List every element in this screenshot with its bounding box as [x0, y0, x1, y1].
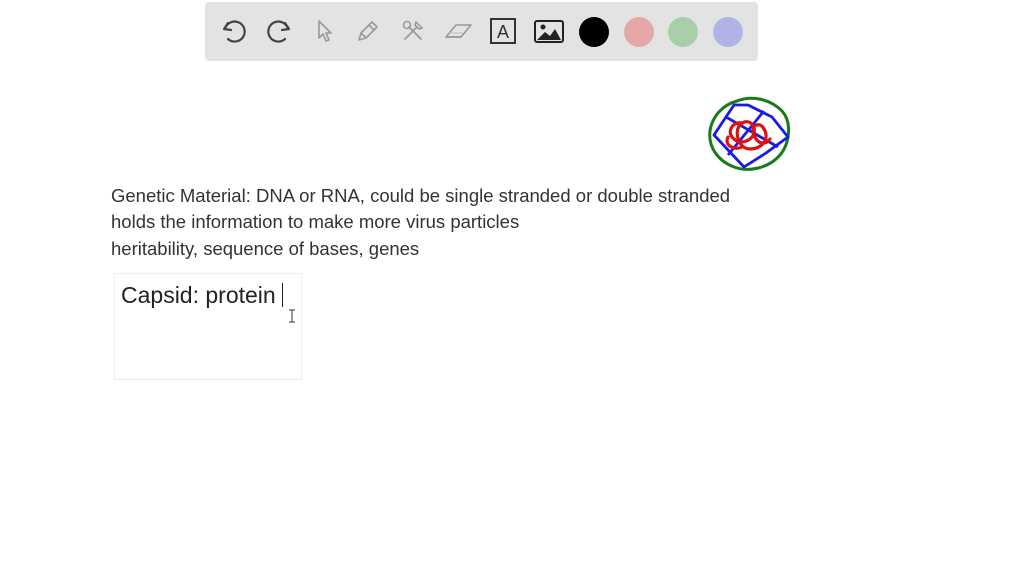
eraser-icon — [445, 24, 472, 38]
note-heritability: heritability, sequence of bases, genes — [111, 238, 420, 259]
outer-envelope-stroke — [708, 96, 790, 171]
pen-tool-button[interactable] — [351, 14, 385, 48]
redo-icon — [267, 20, 291, 43]
color-black-swatch[interactable] — [579, 17, 609, 47]
note-genetic-material: Genetic Material: DNA or RNA, could be s… — [111, 185, 731, 206]
image-icon — [534, 20, 564, 43]
text-tool-button[interactable]: A — [486, 14, 520, 48]
undo-icon — [222, 20, 246, 43]
genetic-material-stroke — [725, 120, 772, 151]
select-tool-button[interactable] — [307, 14, 341, 48]
redo-button[interactable] — [262, 14, 296, 48]
text-caret — [281, 283, 284, 307]
ibeam-cursor-icon — [289, 309, 295, 323]
pen-icon — [358, 21, 378, 41]
undo-button[interactable] — [217, 14, 251, 48]
tools-icon — [402, 20, 424, 40]
color-red-swatch[interactable] — [624, 17, 654, 47]
text-tool-icon: A — [490, 18, 516, 44]
svg-text:A: A — [497, 22, 509, 42]
image-tool-button[interactable] — [532, 14, 566, 48]
textbox-value: Capsid: protein — [121, 282, 276, 308]
tools-button[interactable] — [396, 14, 430, 48]
note-information: holds the information to make more virus… — [111, 211, 520, 232]
textbox-content[interactable]: Capsid: protein — [121, 282, 284, 308]
whiteboard-canvas[interactable]: A Genetic Material: DNA or RNA, could be… — [0, 0, 1024, 576]
color-green-swatch[interactable] — [668, 17, 698, 47]
drawing-toolbar: A — [205, 2, 758, 61]
virus-sketch — [708, 96, 790, 171]
capsid-text-box[interactable]: Capsid: protein — [114, 273, 302, 380]
pointer-icon — [318, 20, 332, 42]
eraser-tool-button[interactable] — [441, 14, 475, 48]
color-blue-swatch[interactable] — [713, 17, 743, 47]
